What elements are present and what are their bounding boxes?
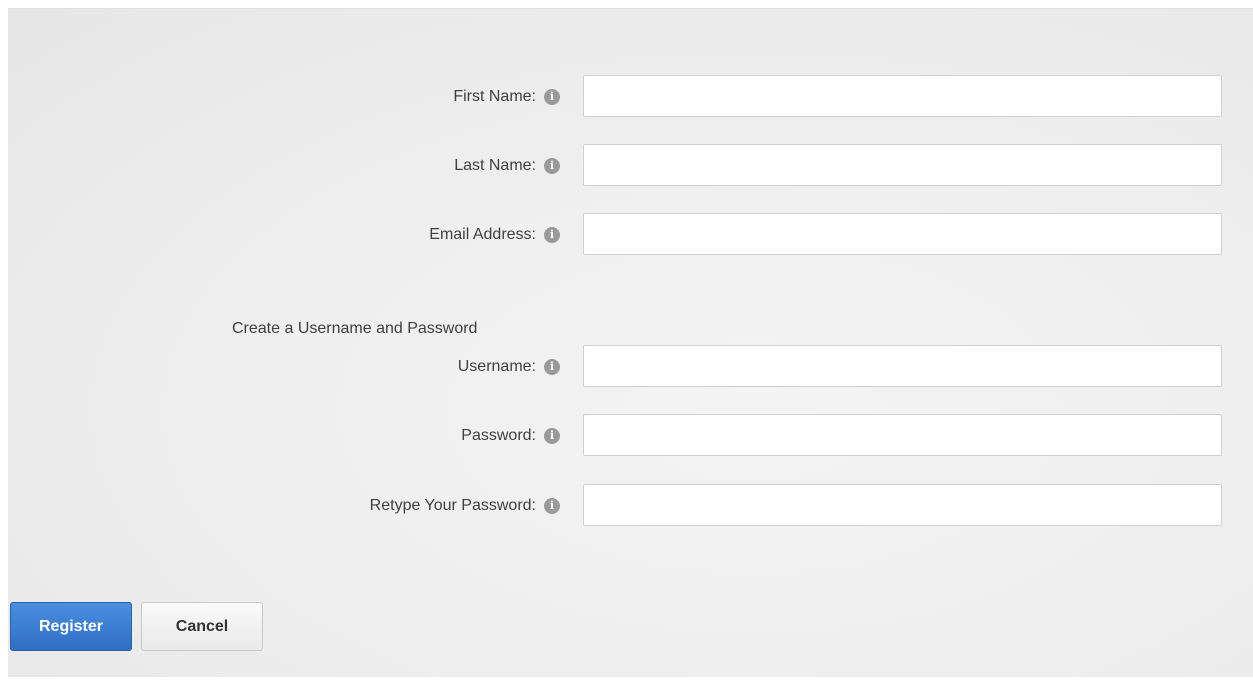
- first-name-label-group: First Name: i: [453, 75, 560, 119]
- register-button[interactable]: Register: [10, 602, 132, 651]
- last-name-row: Last Name: i: [8, 144, 1253, 188]
- retype-password-label-group: Retype Your Password: i: [370, 484, 560, 528]
- password-field[interactable]: [583, 414, 1222, 456]
- retype-password-field[interactable]: [583, 484, 1222, 526]
- username-label: Username:: [457, 358, 536, 375]
- last-name-label: Last Name:: [454, 157, 536, 174]
- username-label-group: Username: i: [458, 345, 560, 389]
- info-icon[interactable]: i: [544, 428, 560, 444]
- first-name-label: First Name:: [453, 88, 536, 105]
- email-field[interactable]: [583, 213, 1222, 255]
- first-name-field[interactable]: [583, 75, 1222, 117]
- last-name-label-group: Last Name: i: [454, 144, 560, 188]
- info-icon[interactable]: i: [544, 89, 560, 105]
- password-row: Password: i: [8, 414, 1253, 458]
- email-label: Email Address:: [429, 226, 536, 243]
- email-label-group: Email Address: i: [429, 213, 560, 257]
- retype-password-label: Retype Your Password:: [369, 497, 536, 514]
- username-row: Username: i: [8, 345, 1253, 389]
- username-field[interactable]: [583, 345, 1222, 387]
- info-icon[interactable]: i: [544, 359, 560, 375]
- password-label: Password:: [461, 427, 536, 444]
- last-name-field[interactable]: [583, 144, 1222, 186]
- password-label-group: Password: i: [461, 414, 560, 458]
- info-icon[interactable]: i: [544, 227, 560, 243]
- info-icon[interactable]: i: [544, 158, 560, 174]
- info-icon[interactable]: i: [544, 498, 560, 514]
- retype-password-row: Retype Your Password: i: [8, 484, 1253, 528]
- registration-panel: First Name: i Last Name: i Email Address…: [8, 8, 1253, 677]
- credentials-section-heading: Create a Username and Password: [232, 320, 478, 337]
- email-row: Email Address: i: [8, 213, 1253, 257]
- first-name-row: First Name: i: [8, 75, 1253, 119]
- cancel-button[interactable]: Cancel: [141, 602, 263, 651]
